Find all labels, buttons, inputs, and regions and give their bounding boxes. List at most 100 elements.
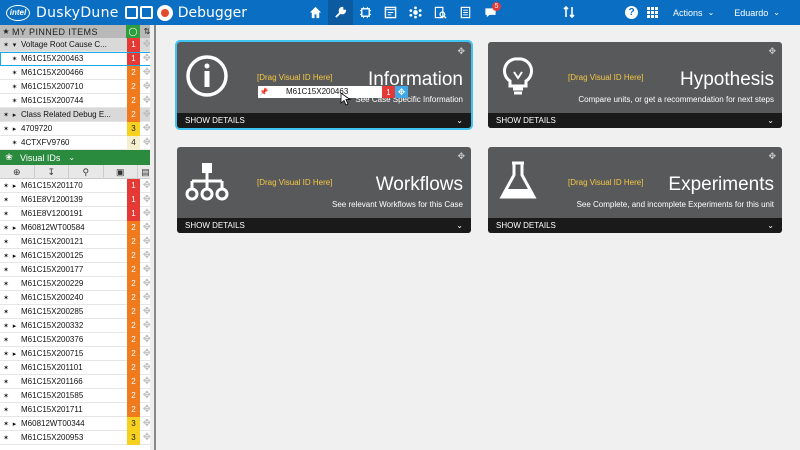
show-details-bar[interactable]: SHOW DETAILS ⌄ (177, 113, 471, 128)
information-card[interactable]: [Drag Visual ID Here] Information See Ca… (175, 40, 473, 130)
pinned-item-row[interactable]: ✶ M61C15X200466 2 ✥ (0, 65, 154, 80)
sidebar-scrollbar[interactable] (150, 25, 154, 450)
caret-right-icon[interactable]: ▸ (10, 322, 19, 330)
search-doc-icon[interactable] (428, 0, 453, 25)
help-icon[interactable]: ? (625, 6, 639, 19)
pin-icon[interactable]: ✶ (2, 266, 10, 274)
window-icon[interactable] (378, 0, 403, 25)
app-title[interactable]: DuskyDune (36, 5, 119, 21)
pin-icon[interactable]: ✶ (2, 378, 10, 386)
pin-icon[interactable]: ✶ (2, 364, 10, 372)
wrench-icon[interactable] (328, 0, 353, 25)
experiments-card[interactable]: [Drag Visual ID Here] Experiments See Co… (488, 147, 782, 233)
pinned-item-row[interactable]: ✶ ▸ 4709720 3 ✥ (0, 121, 154, 136)
move-icon[interactable]: ✥ (395, 86, 408, 98)
dragged-visual-id-chip[interactable]: 📌 M61C15X200463 1 ✥ (258, 86, 408, 98)
pin-icon[interactable]: ✶ (2, 196, 10, 204)
pin-icon[interactable]: ✶ (2, 125, 10, 133)
visual-id-row[interactable]: ✶ M61C15X200376 2 ✥ (0, 332, 154, 347)
pin-icon[interactable]: ✶ (2, 238, 10, 246)
caret-right-icon[interactable]: ✶ (10, 69, 19, 77)
pin-icon[interactable]: ✶ (2, 224, 10, 232)
visual-id-row[interactable]: ✶ ▸ M61C15X200715 2 ✥ (0, 346, 154, 361)
pin-icon[interactable]: ✶ (2, 336, 10, 344)
pin-icon[interactable]: ✶ (2, 308, 10, 316)
visual-id-row[interactable]: ✶ M61C15X200177 2 ✥ (0, 262, 154, 277)
sync-icon[interactable] (562, 5, 576, 19)
visual-id-row[interactable]: ✶ ▸ M61C15X200125 2 ✥ (0, 248, 154, 263)
pin-icon[interactable]: ✶ (2, 252, 10, 260)
chip-icon[interactable] (353, 0, 378, 25)
apps-grid-icon[interactable] (647, 7, 659, 18)
visual-id-row[interactable]: ✶ M61C15X201585 2 ✥ (0, 388, 154, 403)
home-icon[interactable] (303, 0, 328, 25)
caret-right-icon[interactable]: ✶ (10, 55, 19, 63)
add-icon[interactable]: ⊕ (0, 164, 35, 179)
show-details-bar[interactable]: SHOW DETAILS ⌄ (488, 218, 782, 233)
workflows-card[interactable]: [Drag Visual ID Here] Workflows See rele… (177, 147, 471, 233)
drag-visual-id-target[interactable]: [Drag Visual ID Here] (568, 73, 643, 82)
visual-id-row[interactable]: ✶ M61E8V1200191 1 ✥ (0, 206, 154, 221)
visual-id-row[interactable]: ✶ M61C15X200285 2 ✥ (0, 304, 154, 319)
caret-right-icon[interactable]: ▸ (10, 111, 19, 119)
caret-right-icon[interactable]: ▸ (10, 224, 19, 232)
pinned-item-row[interactable]: ✶ M61C15X200744 2 ✥ (0, 93, 154, 108)
visual-id-row[interactable]: ✶ M61C15X200229 2 ✥ (0, 276, 154, 291)
caret-right-icon[interactable]: ✶ (10, 97, 19, 105)
caret-right-icon[interactable]: ▸ (10, 350, 19, 358)
visual-ids-header[interactable]: ❀ Visual IDs ⌄ (0, 150, 154, 165)
download-icon[interactable]: ↧ (35, 164, 69, 179)
move-icon[interactable]: ✥ (768, 151, 776, 162)
pin-icon[interactable]: ✶ (2, 350, 10, 358)
drag-visual-id-target[interactable]: [Drag Visual ID Here] (568, 178, 643, 187)
move-icon[interactable]: ✥ (768, 46, 776, 57)
drag-visual-id-target[interactable]: [Drag Visual ID Here] (257, 73, 332, 82)
pinned-item-row[interactable]: ✶ 4CTXFV9760 4 ✥ (0, 135, 154, 150)
actions-dropdown[interactable]: Actions ⌄ (673, 8, 714, 18)
pin-icon[interactable]: ✶ (2, 392, 10, 400)
move-icon[interactable]: ✥ (457, 46, 465, 57)
lightbulb-filter-button[interactable]: ◯ (126, 25, 140, 38)
visual-id-row[interactable]: ✶ M61C15X200953 3 ✥ (0, 430, 154, 445)
document-icon[interactable] (453, 0, 478, 25)
pinned-item-row[interactable]: ✶ M61C15X200710 2 ✥ (0, 79, 154, 94)
caret-right-icon[interactable]: ✶ (10, 139, 19, 147)
pin-icon[interactable]: ✶ (2, 434, 10, 442)
pin-icon[interactable]: ✶ (2, 210, 10, 218)
caret-right-icon[interactable]: ▸ (10, 125, 19, 133)
visual-id-row[interactable]: ✶ M61C15X201101 2 ✥ (0, 360, 154, 375)
add-to-pinned-icon[interactable]: ▣ (104, 164, 138, 179)
visual-id-row[interactable]: ✶ ▸ M61C15X200332 2 ✥ (0, 318, 154, 333)
visual-id-row[interactable]: ✶ M61C15X201166 2 ✥ (0, 374, 154, 389)
show-details-bar[interactable]: SHOW DETAILS ⌄ (177, 218, 471, 233)
pin-icon[interactable]: ✶ (2, 406, 10, 414)
show-details-bar[interactable]: SHOW DETAILS ⌄ (488, 113, 782, 128)
pin-icon[interactable]: ✶ (2, 294, 10, 302)
pin-icon[interactable]: ✶ (2, 280, 10, 288)
pinned-group-row[interactable]: ✶ ▸ Class Related Debug E... 2 ✥ (0, 107, 154, 122)
caret-down-icon[interactable]: ▾ (10, 41, 19, 49)
pin-icon[interactable]: ✶ (2, 41, 10, 49)
visual-id-row[interactable]: ✶ ▸ M60812WT00344 3 ✥ (0, 416, 154, 431)
caret-right-icon[interactable]: ▸ (10, 182, 19, 190)
caret-right-icon[interactable]: ▸ (10, 252, 19, 260)
hypothesis-card[interactable]: [Drag Visual ID Here] Hypothesis Compare… (488, 42, 782, 128)
visual-id-row[interactable]: ✶ M61C15X200121 2 ✥ (0, 234, 154, 249)
visual-id-row[interactable]: ✶ ▸ M61C15X201170 1 ✥ (0, 178, 154, 193)
pinned-item-row[interactable]: ✶ M61C15X200463 1 ✥ (0, 51, 154, 66)
drag-visual-id-target[interactable]: [Drag Visual ID Here] (257, 178, 332, 187)
pin-icon[interactable]: ✶ (2, 322, 10, 330)
network-icon[interactable] (403, 0, 428, 25)
user-dropdown[interactable]: Eduardo ⌄ (734, 8, 780, 18)
visual-id-row[interactable]: ✶ M61C15X200240 2 ✥ (0, 290, 154, 305)
search-icon[interactable]: ⚲ (69, 164, 104, 179)
caret-right-icon[interactable]: ▸ (10, 420, 19, 428)
visual-id-row[interactable]: ✶ M61E8V1200139 1 ✥ (0, 192, 154, 207)
pinned-group-row[interactable]: ✶ ▾ Voltage Root Cause C... 1 ✥ (0, 37, 154, 52)
visual-id-row[interactable]: ✶ M61C15X201711 2 ✥ (0, 402, 154, 417)
caret-right-icon[interactable]: ✶ (10, 83, 19, 91)
move-icon[interactable]: ✥ (457, 151, 465, 162)
pin-icon[interactable]: ✶ (2, 111, 10, 119)
pin-icon[interactable]: ✶ (2, 182, 10, 190)
pin-icon[interactable]: ✶ (2, 420, 10, 428)
